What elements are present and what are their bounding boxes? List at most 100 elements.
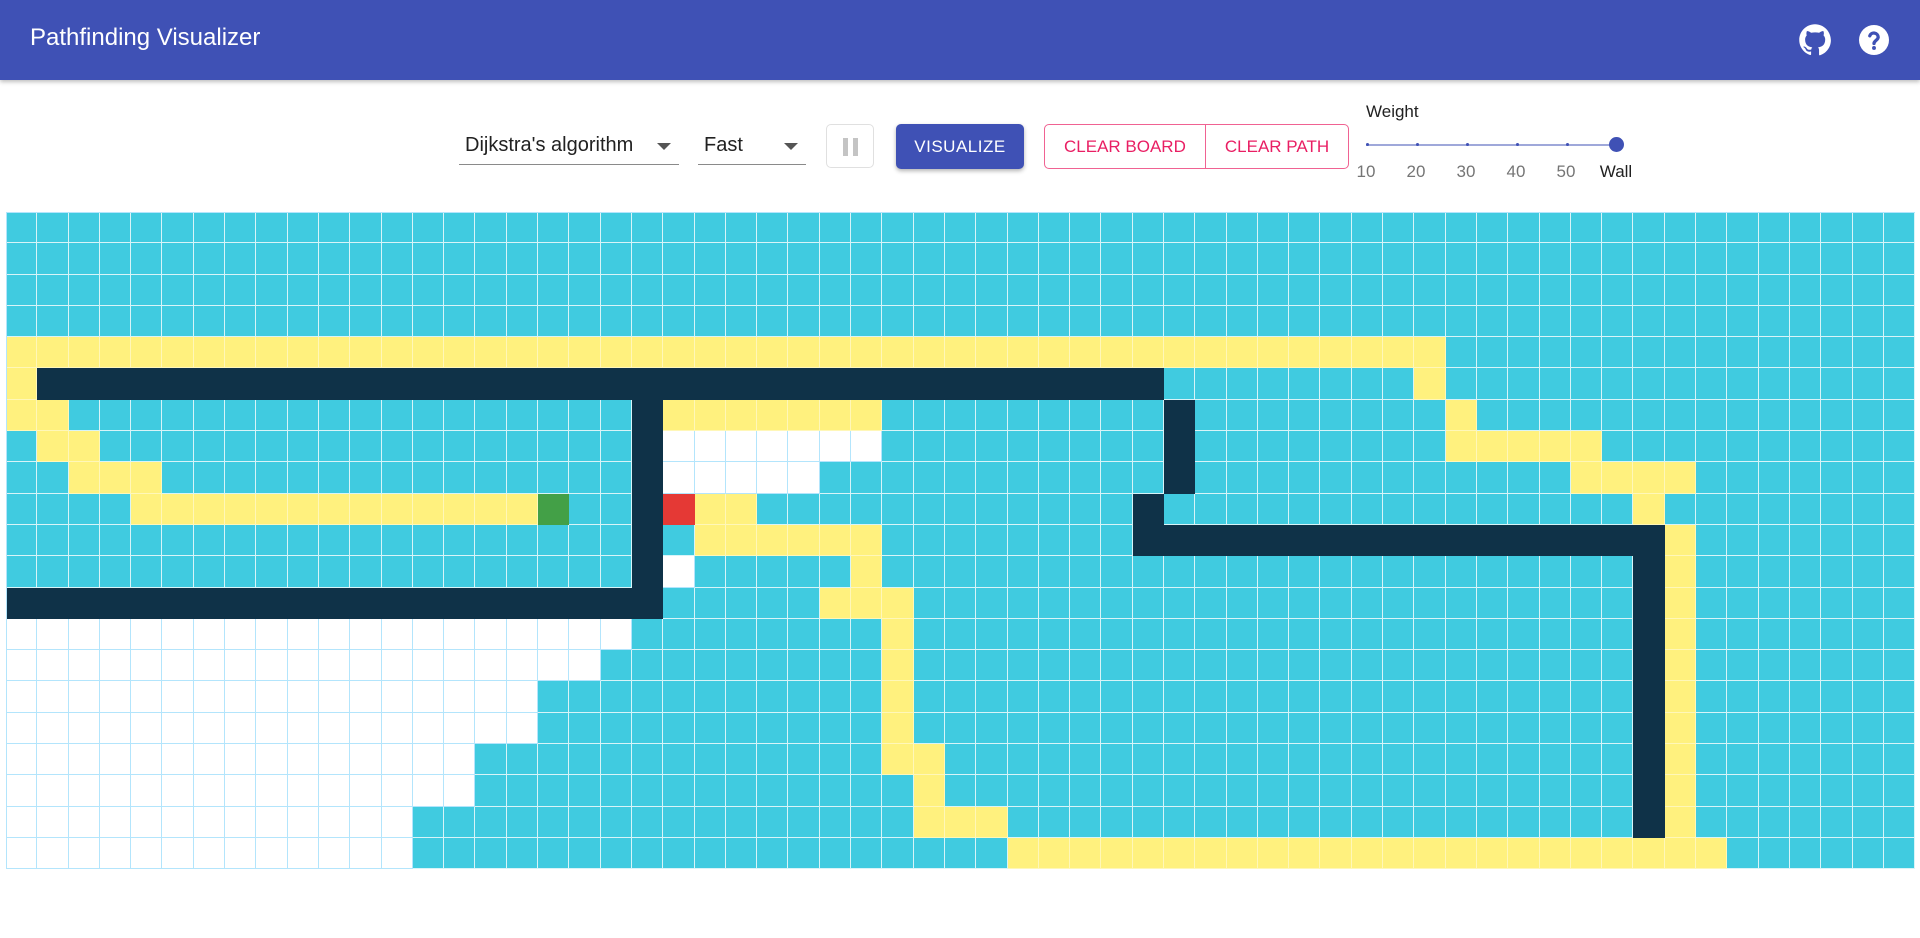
grid-cell-visited[interactable] [788, 556, 820, 588]
grid-cell-visited[interactable] [1195, 305, 1227, 338]
grid-cell-visited[interactable] [1539, 681, 1571, 713]
grid-cell-visited[interactable] [1070, 243, 1102, 275]
grid-cell-wall[interactable] [1633, 712, 1665, 745]
grid-cell-wall[interactable] [538, 368, 570, 400]
grid-cell-visited[interactable] [1163, 243, 1196, 275]
grid-cell-visited[interactable] [1570, 650, 1603, 682]
grid-cell-visited[interactable] [1101, 587, 1133, 619]
grid-cell-visited[interactable] [1163, 618, 1196, 651]
grid-cell-visited[interactable] [1320, 462, 1352, 494]
grid-cell-visited[interactable] [819, 712, 852, 745]
grid-cell-path[interactable] [976, 806, 1008, 838]
grid-cell-unvisited[interactable] [225, 618, 257, 651]
grid-cell-wall[interactable] [725, 368, 758, 400]
grid-cell-path[interactable] [1445, 399, 1477, 432]
grid-cell-visited[interactable] [1696, 650, 1728, 682]
grid-cell-visited[interactable] [1758, 806, 1790, 838]
start-node[interactable] [538, 493, 570, 525]
grid-cell-visited[interactable] [694, 744, 726, 776]
grid-cell-unvisited[interactable] [663, 462, 695, 494]
grid-cell-visited[interactable] [1132, 274, 1164, 306]
grid-cell-visited[interactable] [1602, 650, 1634, 682]
grid-cell-unvisited[interactable] [37, 775, 69, 807]
grid-cell-visited[interactable] [1570, 712, 1603, 745]
grid-cell-visited[interactable] [882, 775, 914, 807]
grid-cell-visited[interactable] [68, 274, 100, 306]
grid-cell-visited[interactable] [600, 712, 632, 745]
grid-cell-visited[interactable] [1320, 368, 1352, 400]
grid-cell-unvisited[interactable] [68, 618, 100, 651]
grid-cell-path[interactable] [1414, 337, 1446, 369]
grid-cell-visited[interactable] [631, 681, 664, 713]
grid-cell-visited[interactable] [1383, 806, 1415, 838]
grid-cell-visited[interactable] [1414, 399, 1446, 432]
grid-cell-unvisited[interactable] [538, 618, 570, 651]
grid-cell-visited[interactable] [1007, 618, 1039, 651]
grid-cell-visited[interactable] [1727, 837, 1759, 870]
grid-cell-unvisited[interactable] [287, 712, 319, 745]
grid-cell-visited[interactable] [1476, 681, 1509, 713]
grid-cell-visited[interactable] [600, 681, 632, 713]
grid-cell-visited[interactable] [1789, 305, 1822, 338]
grid-cell-visited[interactable] [1570, 274, 1603, 306]
grid-cell-visited[interactable] [1320, 775, 1352, 807]
grid-cell-unvisited[interactable] [6, 650, 38, 682]
grid-cell-unvisited[interactable] [193, 650, 226, 682]
grid-cell-unvisited[interactable] [99, 744, 132, 776]
grid-cell-visited[interactable] [1445, 775, 1477, 807]
grid-cell-visited[interactable] [1007, 587, 1039, 619]
grid-cell-visited[interactable] [851, 744, 883, 776]
grid-cell-unvisited[interactable] [444, 681, 476, 713]
grid-cell-wall[interactable] [944, 368, 977, 400]
grid-cell-visited[interactable] [663, 587, 695, 619]
grid-cell-visited[interactable] [1821, 524, 1853, 557]
grid-cell-visited[interactable] [256, 399, 288, 432]
grid-cell-visited[interactable] [193, 556, 226, 588]
grid-cell-visited[interactable] [1007, 274, 1039, 306]
grid-cell-path[interactable] [1664, 775, 1697, 807]
grid-cell-visited[interactable] [318, 305, 351, 338]
grid-cell-wall[interactable] [1007, 368, 1039, 400]
grid-cell-visited[interactable] [1633, 431, 1665, 463]
grid-cell-visited[interactable] [1883, 744, 1916, 776]
grid-cell-visited[interactable] [381, 305, 413, 338]
grid-cell-wall[interactable] [99, 587, 132, 619]
grid-cell-path[interactable] [694, 524, 726, 557]
grid-cell-visited[interactable] [1351, 368, 1384, 400]
grid-cell-visited[interactable] [1007, 524, 1039, 557]
grid-cell-path[interactable] [1320, 837, 1352, 870]
grid-cell-visited[interactable] [944, 462, 977, 494]
grid-cell-visited[interactable] [1758, 775, 1790, 807]
grid-cell-visited[interactable] [631, 712, 664, 745]
grid-cell-visited[interactable] [851, 493, 883, 525]
grid-cell-path[interactable] [600, 337, 632, 369]
grid-cell-visited[interactable] [444, 431, 476, 463]
grid-cell-visited[interactable] [1727, 806, 1759, 838]
grid-cell-visited[interactable] [788, 587, 820, 619]
grid-cell-visited[interactable] [1445, 806, 1477, 838]
grid-cell-visited[interactable] [1570, 399, 1603, 432]
grid-cell-visited[interactable] [506, 806, 539, 838]
grid-cell-visited[interactable] [1758, 493, 1790, 525]
grid-cell-wall[interactable] [1163, 462, 1196, 494]
grid-cell-visited[interactable] [725, 618, 758, 651]
grid-cell-wall[interactable] [1351, 524, 1384, 557]
grid-cell-visited[interactable] [1852, 462, 1884, 494]
grid-cell-path[interactable] [1664, 681, 1697, 713]
grid-cell-visited[interactable] [1351, 399, 1384, 432]
grid-cell-visited[interactable] [1821, 837, 1853, 870]
grid-cell-visited[interactable] [1508, 681, 1540, 713]
grid-cell-path[interactable] [725, 493, 758, 525]
grid-cell-visited[interactable] [1508, 337, 1540, 369]
grid-cell-visited[interactable] [1289, 712, 1321, 745]
grid-cell-visited[interactable] [1696, 493, 1728, 525]
grid-cell-visited[interactable] [1445, 556, 1477, 588]
grid-cell-visited[interactable] [1664, 493, 1697, 525]
grid-cell-path[interactable] [1570, 462, 1603, 494]
grid-cell-path[interactable] [162, 493, 194, 525]
grid-cell-visited[interactable] [1070, 305, 1102, 338]
grid-cell-wall[interactable] [1163, 524, 1196, 557]
grid-cell-wall[interactable] [1508, 524, 1540, 557]
grid-cell-visited[interactable] [851, 305, 883, 338]
grid-cell-visited[interactable] [944, 556, 977, 588]
